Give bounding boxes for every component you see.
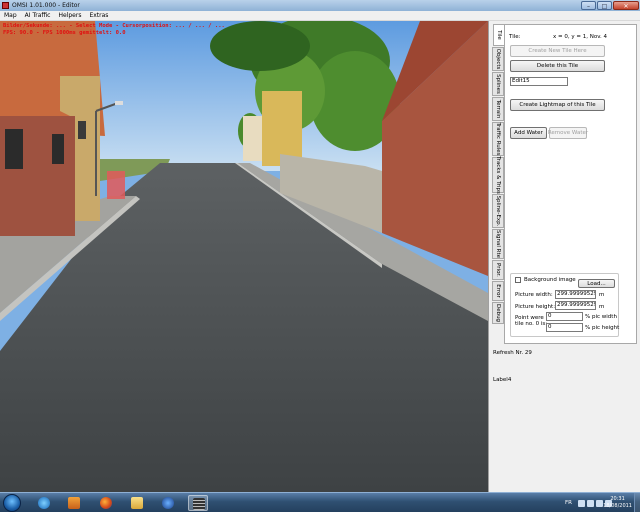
folder-icon	[131, 497, 143, 509]
background-image-checkbox[interactable]	[515, 277, 521, 283]
background-image-group: Background image Load... Picture width: …	[510, 273, 619, 337]
point-y-field[interactable]: 0	[546, 323, 583, 332]
create-lightmap-button[interactable]: Create Lightmap of this Tile	[510, 99, 605, 111]
debug-overlay-line2: FPS: 90.0 - FPS 1000ms gemittelt: 0.0	[3, 30, 126, 36]
refresh-counter: Refresh Nr. 29	[493, 350, 532, 356]
taskbar-omsi[interactable]	[188, 495, 208, 511]
tab-label: Prior.	[495, 263, 501, 277]
tab-spline-exp[interactable]: Spline-Exp.	[492, 194, 504, 228]
tile-name-field[interactable]: Edit15	[510, 77, 568, 86]
tab-label: Spline-Exp.	[495, 195, 501, 227]
tab-prior[interactable]: Prior.	[492, 260, 504, 280]
tray-arrow-icon[interactable]	[578, 499, 585, 507]
tab-label: Splines	[495, 74, 501, 94]
tab-tracks-trips[interactable]: Tracks & Trips	[492, 156, 504, 194]
load-image-button[interactable]: Load...	[578, 279, 615, 288]
menu-ai-traffic[interactable]: AI Traffic	[21, 12, 55, 19]
menu-bar: Map AI Traffic Helpers Extras	[0, 11, 640, 21]
editor-panel: Tile Objects Splines Terrain Traffic Rules Tr…	[488, 21, 640, 492]
language-indicator[interactable]: FR	[565, 500, 572, 506]
menu-helpers[interactable]: Helpers	[54, 12, 85, 19]
window-title: OMSI 1.01.000 - Editor	[12, 2, 80, 9]
globe-icon	[162, 497, 174, 509]
omsi-icon	[193, 498, 205, 510]
picture-width-label: Picture width:	[515, 292, 553, 298]
taskbar-media-player[interactable]	[64, 495, 84, 511]
tab-label: Debug	[495, 303, 501, 323]
background-image-label: Background image	[524, 277, 576, 283]
tab-label: Traffic Rules	[495, 122, 501, 156]
taskbar: FR 20:31 18/08/2011	[0, 492, 640, 512]
point-x-field[interactable]: 0	[546, 312, 583, 321]
start-button[interactable]	[3, 494, 21, 512]
tab-terrain[interactable]: Terrain	[492, 97, 504, 121]
title-bar: OMSI 1.01.000 - Editor – □ ✕	[0, 0, 640, 11]
selection-marker[interactable]	[107, 171, 125, 199]
tab-label: Tracks & Trips	[495, 156, 501, 194]
app-icon	[2, 2, 9, 9]
menu-extras[interactable]: Extras	[85, 12, 112, 19]
tab-label: Terrain	[495, 99, 501, 119]
pic-height-label: % pic height	[585, 325, 620, 331]
show-desktop-button[interactable]	[634, 493, 640, 512]
remove-water-button[interactable]: Remove Water	[548, 127, 588, 139]
tile-coordinates: x = 0, y = 1, Nov. 4	[553, 34, 608, 40]
tab-label: Error	[495, 284, 501, 298]
taskbar-ie[interactable]	[34, 495, 54, 511]
tab-label: Objects	[495, 48, 501, 70]
tab-objects[interactable]: Objects	[492, 47, 504, 71]
tab-traffic-rules[interactable]: Traffic Rules	[492, 122, 504, 156]
tab-label: Signal Rte	[495, 229, 501, 259]
network-icon[interactable]	[587, 499, 594, 507]
tab-splines[interactable]: Splines	[492, 72, 504, 96]
tile-label: Tile:	[509, 34, 521, 40]
picture-height-label: Picture height:	[515, 304, 556, 310]
label4: Label4	[493, 377, 512, 383]
picture-height-field[interactable]: 299.999995292	[555, 301, 596, 310]
clock[interactable]: 20:31 18/08/2011	[603, 496, 632, 510]
maximize-button[interactable]: □	[597, 1, 612, 10]
point-label-line2: tile no. 0 is:	[515, 321, 548, 327]
close-button[interactable]: ✕	[613, 1, 639, 10]
taskbar-firefox[interactable]	[96, 495, 116, 511]
flag-icon[interactable]	[596, 499, 603, 507]
street-scene	[0, 21, 488, 492]
tab-debug[interactable]: Debug	[492, 302, 504, 324]
taskbar-google-earth[interactable]	[158, 495, 178, 511]
pic-width-label: % pic width	[585, 314, 617, 320]
debug-overlay-line1: Bilder/Sekunde: ... - Select Mode - Curs…	[3, 23, 225, 29]
tab-error[interactable]: Error	[492, 281, 504, 301]
firefox-icon	[100, 497, 112, 509]
3d-viewport[interactable]: Bilder/Sekunde: ... - Select Mode - Curs…	[0, 21, 488, 492]
create-new-tile-button[interactable]: Create New Tile Here	[510, 45, 605, 57]
picture-width-field[interactable]: 299.999995292	[555, 290, 596, 299]
menu-map[interactable]: Map	[0, 12, 21, 19]
tile-tab-page: Tile: x = 0, y = 1, Nov. 4 Create New Ti…	[504, 24, 637, 344]
picture-width-unit: m	[599, 292, 605, 298]
add-water-button[interactable]: Add Water	[510, 127, 547, 139]
window	[5, 129, 23, 169]
window	[78, 121, 86, 139]
clock-time: 20:31	[610, 496, 625, 502]
window	[52, 134, 64, 164]
picture-height-unit: m	[599, 304, 605, 310]
media-player-icon	[68, 497, 80, 509]
clock-date: 18/08/2011	[603, 503, 632, 509]
internet-explorer-icon	[38, 497, 50, 509]
minimize-button[interactable]: –	[581, 1, 596, 10]
tab-label: Tile	[496, 30, 502, 40]
taskbar-explorer[interactable]	[127, 495, 147, 511]
delete-tile-button[interactable]: Delete this Tile	[510, 60, 605, 72]
tab-signal-rte[interactable]: Signal Rte	[492, 229, 504, 259]
distant-house	[243, 116, 265, 161]
